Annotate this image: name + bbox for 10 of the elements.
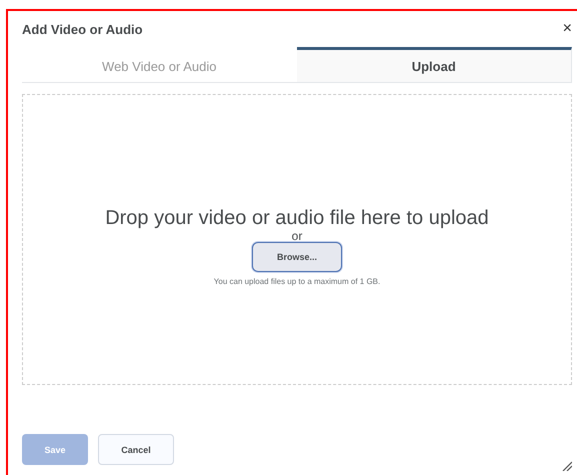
drop-heading: Drop your video or audio file here to upload: [105, 207, 489, 230]
tab[interactable]: Upload: [296, 47, 572, 82]
dialog-title: Add Video or Audio: [22, 22, 143, 36]
browse-button[interactable]: Browse...: [252, 242, 342, 272]
upload-hint: You can upload files up to a maximum of 1 GB.: [214, 277, 380, 286]
close-button[interactable]: ×: [562, 20, 572, 38]
resize-grip-icon[interactable]: [562, 461, 572, 471]
or-label: or: [292, 230, 302, 242]
dialog-button[interactable]: Cancel: [98, 434, 174, 465]
drop-zone[interactable]: Drop your video or audio file here to upload or Browse... You can upload files up to a maximum of 1 GB.: [22, 94, 572, 385]
